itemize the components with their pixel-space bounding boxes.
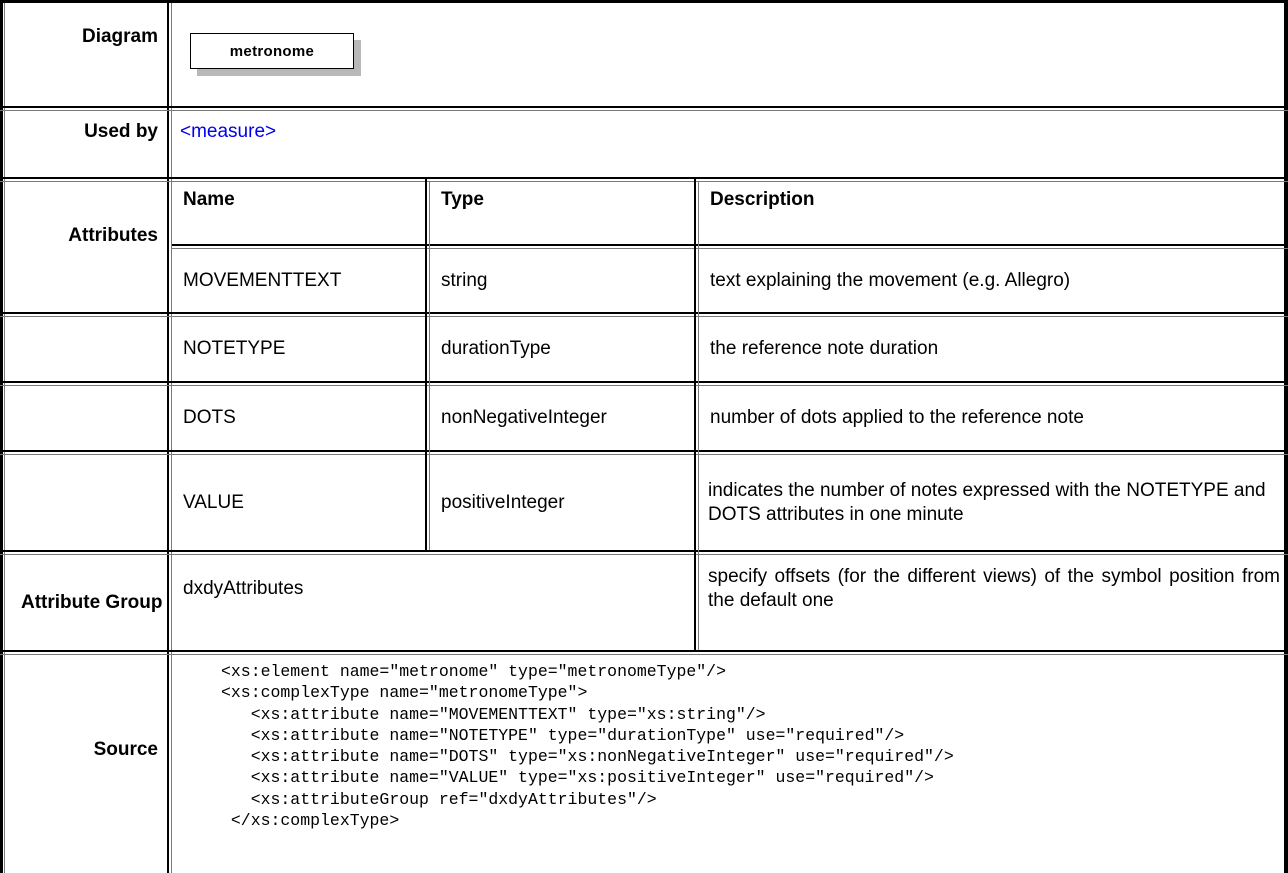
attr-description: the reference note duration — [710, 338, 939, 359]
attr-description: indicates the number of notes expressed … — [708, 479, 1266, 525]
attr-name: DOTS — [183, 407, 236, 428]
attr-description: number of dots applied to the reference … — [710, 407, 1084, 428]
diagram-row-label: Diagram — [81, 26, 158, 47]
column-header-type: Type — [441, 189, 484, 210]
used-by-label: Used by — [84, 121, 158, 142]
column-header-description: Description — [710, 189, 815, 210]
attr-name: MOVEMENTTEXT — [183, 269, 342, 291]
attr-type: string — [441, 269, 488, 291]
attribute-group-description: specify offsets (for the different views… — [708, 566, 1280, 611]
schema-doc-table: Diagram metronome Used by <measure> Attr… — [0, 0, 1288, 873]
attribute-group-label: Attribute Group — [21, 592, 163, 613]
attr-name: VALUE — [183, 491, 244, 513]
attr-name: NOTETYPE — [183, 338, 286, 359]
attr-type: positiveInteger — [441, 491, 565, 513]
column-header-name: Name — [183, 189, 235, 210]
attr-description: text explaining the movement (e.g. Alleg… — [710, 269, 1071, 291]
diagram-element-box[interactable]: metronome — [190, 33, 354, 69]
used-by-link-measure[interactable]: <measure> — [180, 121, 276, 143]
attr-type: durationType — [441, 338, 551, 359]
attr-type: nonNegativeInteger — [441, 407, 607, 428]
source-code: <xs:element name="metronome" type="metro… — [221, 662, 954, 831]
source-label: Source — [93, 739, 158, 760]
attribute-group-name: dxdyAttributes — [183, 578, 304, 599]
attributes-label: Attributes — [68, 225, 158, 246]
